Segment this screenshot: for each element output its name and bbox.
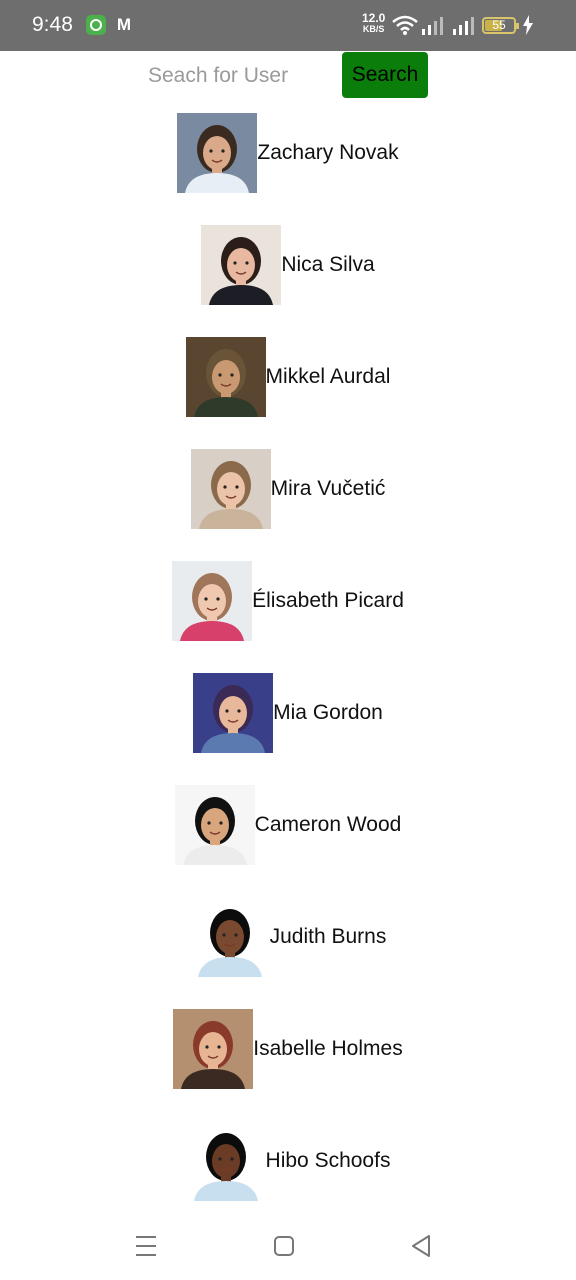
- user-name: Isabelle Holmes: [253, 1037, 403, 1060]
- list-item-content: Cameron Wood: [174, 785, 402, 865]
- user-name: Mira Vučetić: [270, 477, 386, 500]
- avatar: [185, 337, 266, 417]
- user-name: Zachary Novak: [257, 141, 399, 164]
- user-list: Zachary Novak Nica Silva Mikkel Aurdal Mira…: [0, 112, 576, 1232]
- avatar-photo: [174, 785, 255, 865]
- list-item[interactable]: Mira Vučetić: [0, 448, 576, 560]
- avatar: [189, 897, 270, 977]
- user-name: Mikkel Aurdal: [265, 365, 391, 388]
- list-item[interactable]: Mia Gordon: [0, 672, 576, 784]
- avatar: [174, 785, 255, 865]
- avatar-photo: [189, 897, 270, 977]
- list-item[interactable]: Isabelle Holmes: [0, 1008, 576, 1120]
- battery-icon: 55: [482, 17, 519, 34]
- list-item[interactable]: Cameron Wood: [0, 784, 576, 896]
- signal-icon: [422, 17, 443, 35]
- search-button[interactable]: Search: [342, 52, 428, 98]
- list-item-content: Hibo Schoofs: [185, 1121, 391, 1201]
- list-item-content: Judith Burns: [189, 897, 387, 977]
- list-item-content: Mikkel Aurdal: [185, 337, 391, 417]
- list-item[interactable]: Mikkel Aurdal: [0, 336, 576, 448]
- mail-icon: M: [116, 15, 132, 34]
- back-icon[interactable]: [408, 1233, 434, 1259]
- user-name: Cameron Wood: [254, 813, 402, 836]
- user-name: Hibo Schoofs: [265, 1149, 391, 1172]
- avatar-photo: [193, 673, 274, 753]
- list-item-content: Isabelle Holmes: [173, 1009, 403, 1089]
- status-time: 9:48: [32, 13, 73, 36]
- list-item[interactable]: Judith Burns: [0, 896, 576, 1008]
- avatar-photo: [172, 561, 253, 641]
- menu-icon[interactable]: [133, 1233, 159, 1259]
- list-item[interactable]: Nica Silva: [0, 224, 576, 336]
- network-speed-unit: KB/S: [362, 24, 385, 34]
- avatar: [173, 1009, 254, 1089]
- app-circle-icon: [86, 15, 106, 35]
- list-item-content: Mia Gordon: [193, 673, 383, 753]
- avatar: [193, 673, 274, 753]
- navigation-bar: [0, 1210, 576, 1280]
- avatar-photo: [201, 225, 282, 305]
- avatar-photo: [185, 1121, 266, 1201]
- battery-level: 55: [492, 18, 506, 32]
- list-item[interactable]: Zachary Novak: [0, 112, 576, 224]
- user-name: Élisabeth Picard: [252, 589, 404, 612]
- avatar-photo: [185, 337, 266, 417]
- network-speed: 12.0 KB/S: [362, 11, 386, 35]
- home-icon[interactable]: [271, 1233, 297, 1259]
- signal-icon: [453, 17, 474, 35]
- list-item-content: Élisabeth Picard: [172, 561, 404, 641]
- user-name: Mia Gordon: [273, 701, 383, 724]
- list-item-content: Zachary Novak: [177, 113, 399, 193]
- avatar-photo: [190, 449, 271, 529]
- wifi-icon: [392, 15, 418, 35]
- avatar: [201, 225, 282, 305]
- avatar-photo: [173, 1009, 254, 1089]
- avatar: [190, 449, 271, 529]
- avatar-photo: [177, 113, 258, 193]
- user-name: Judith Burns: [269, 925, 387, 948]
- search-input[interactable]: [138, 56, 328, 96]
- avatar: [172, 561, 253, 641]
- list-item[interactable]: Élisabeth Picard: [0, 560, 576, 672]
- avatar: [185, 1121, 266, 1201]
- avatar: [177, 113, 258, 193]
- status-bar: 9:48 M 12.0 KB/S 55: [0, 0, 576, 51]
- network-speed-value: 12.0: [362, 11, 386, 25]
- charging-bolt-icon: [523, 15, 533, 35]
- list-item-content: Mira Vučetić: [190, 449, 386, 529]
- user-name: Nica Silva: [281, 253, 375, 276]
- list-item-content: Nica Silva: [201, 225, 375, 305]
